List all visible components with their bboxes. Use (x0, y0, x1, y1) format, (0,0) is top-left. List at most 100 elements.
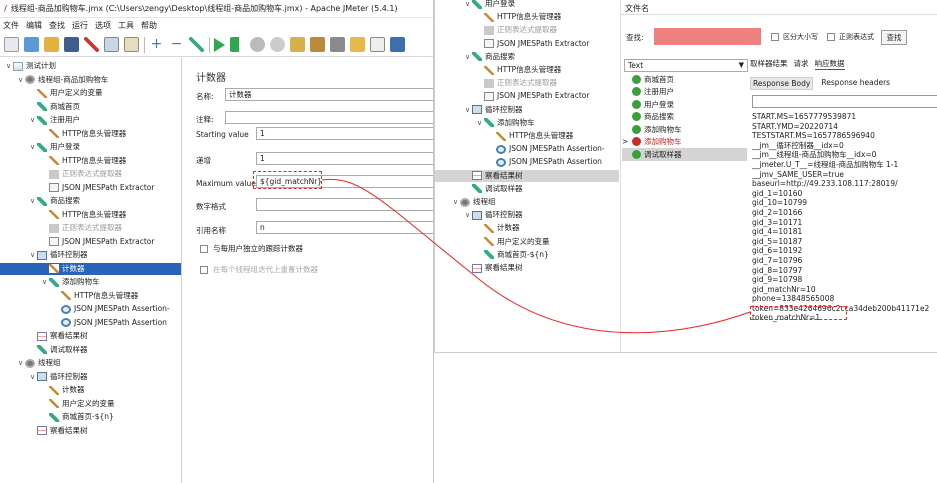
tree-item[interactable]: JSON JMESPath Assertion- (435, 143, 605, 155)
tree-item[interactable]: HTTP信息头管理器 (0, 128, 126, 140)
tree-item[interactable]: 用户定义的变量 (435, 236, 550, 248)
tree-item[interactable]: ∨ 注册用户 (0, 114, 80, 126)
tree-item[interactable]: 计数器 (0, 384, 85, 396)
open-icon[interactable] (44, 37, 59, 52)
chevron-down-icon[interactable]: ∨ (16, 74, 25, 86)
chevron-down-icon[interactable]: ∨ (40, 276, 49, 288)
result-item[interactable]: 商品搜索 (622, 111, 747, 124)
reference-name-field[interactable]: n (256, 221, 433, 234)
find-button[interactable]: 查找 (881, 30, 907, 45)
chevron-down-icon[interactable]: ∨ (28, 249, 37, 261)
result-item[interactable]: 调试取样器 (622, 148, 747, 161)
tree-item[interactable]: HTTP信息头管理器 (435, 11, 561, 23)
tree-item[interactable]: 正则表达式提取器 (0, 222, 122, 234)
tab-response-headers[interactable]: Response headers (819, 77, 892, 90)
case-sensitive-checkbox[interactable]: 区分大小写 (771, 32, 818, 42)
tree-item[interactable]: JSON JMESPath Extractor (0, 236, 154, 248)
help-icon[interactable] (390, 37, 405, 52)
tree-item[interactable]: ∨ 循环控制器 (435, 209, 523, 221)
checkbox-box[interactable] (200, 265, 208, 274)
comment-field[interactable] (225, 111, 433, 124)
regex-checkbox[interactable]: 正则表达式 (827, 32, 874, 42)
tree-item[interactable]: 用户定义的变量 (0, 398, 115, 410)
tree-item[interactable]: JSON JMESPath Assertion- (0, 303, 170, 315)
renderer-select[interactable]: Text ▼ (624, 59, 748, 72)
tree-item[interactable]: 察看结果树 (0, 425, 88, 437)
tree-item[interactable]: ∨ 添加购物车 (435, 117, 535, 129)
menu-options[interactable]: 选项 (95, 20, 111, 31)
tree-item[interactable]: ∨ 线程组 (0, 357, 61, 369)
stop-icon[interactable] (250, 37, 265, 52)
expand-icon[interactable]: + (149, 37, 164, 52)
function-helper-icon[interactable] (370, 37, 385, 52)
tree-item[interactable]: 察看结果树 (435, 169, 619, 182)
templates-icon[interactable] (24, 37, 39, 52)
chevron-down-icon[interactable]: ∨ (28, 195, 37, 207)
checkbox-box[interactable] (827, 33, 835, 41)
chevron-down-icon[interactable]: ∨ (28, 141, 37, 153)
tree-item[interactable]: ∨ 循环控制器 (435, 104, 523, 116)
tab-request[interactable]: 请求 (794, 58, 809, 70)
tree-item[interactable]: 计数器 (435, 222, 520, 234)
result-item[interactable]: 添加购物车 (622, 123, 747, 136)
menu-file[interactable]: 文件 (3, 20, 19, 31)
tree-item[interactable]: 计数器 (0, 262, 181, 275)
tree-item[interactable]: HTTP信息头管理器 (0, 290, 138, 302)
tab-sampler-result[interactable]: 取样器结果 (750, 58, 788, 70)
tree-item[interactable]: JSON JMESPath Extractor (435, 38, 589, 50)
save-icon[interactable] (64, 37, 79, 52)
tree-item[interactable]: ∨ 测试计划 (0, 60, 56, 72)
chevron-down-icon[interactable]: ∨ (16, 357, 25, 369)
tree-item[interactable]: JSON JMESPath Extractor (435, 90, 589, 102)
starting-value-field[interactable]: 1 (256, 127, 433, 140)
chevron-down-icon[interactable]: ∨ (463, 104, 472, 116)
tree-item[interactable]: ∨ 商品搜索 (0, 195, 80, 207)
chevron-down-icon[interactable]: ∨ (451, 196, 460, 208)
tree-item[interactable]: 正则表达式提取器 (0, 168, 122, 180)
tab-response-data[interactable]: 响应数据 (814, 58, 845, 70)
tree-item[interactable]: ∨ 商品搜索 (435, 51, 515, 63)
tree-item[interactable]: 察看结果树 (435, 262, 523, 274)
result-item[interactable]: > 添加购物车 (622, 136, 747, 149)
toggle-icon[interactable] (189, 37, 204, 52)
chevron-down-icon[interactable]: ∨ (28, 114, 37, 126)
tab-response-body[interactable]: Response Body (750, 77, 814, 90)
cut-icon[interactable] (84, 37, 99, 52)
expand-icon[interactable]: > (622, 137, 632, 146)
find-input[interactable] (654, 28, 761, 45)
reset-per-iteration-checkbox[interactable]: 在每个线程组迭代上重置计数器 (200, 264, 318, 275)
menu-search[interactable]: 查找 (49, 20, 65, 31)
tree-item[interactable]: 商城首页-${n} (0, 411, 114, 423)
start-icon[interactable] (214, 37, 225, 52)
result-item[interactable]: 用户登录 (622, 98, 747, 111)
checkbox-box[interactable] (200, 244, 208, 253)
result-item[interactable]: 商城首页 (622, 73, 747, 86)
tree-item[interactable]: 调试取样器 (435, 183, 523, 195)
increment-field[interactable]: 1 (256, 152, 433, 165)
tree-item[interactable]: HTTP信息头管理器 (0, 155, 126, 167)
menu-tools[interactable]: 工具 (118, 20, 134, 31)
tree-item[interactable]: HTTP信息头管理器 (435, 64, 561, 76)
tree-item[interactable]: ∨ 用户登录 (0, 141, 80, 153)
clear-icon[interactable] (290, 37, 305, 52)
chevron-down-icon[interactable]: ∨ (463, 0, 472, 10)
shutdown-icon[interactable] (270, 37, 285, 52)
per-user-counter-checkbox[interactable]: 与每用户独立的跟踪计数器 (200, 243, 303, 254)
menu-edit[interactable]: 编辑 (26, 20, 42, 31)
tree-item[interactable]: 察看结果树 (0, 330, 88, 342)
tree-item[interactable]: ∨ 用户登录 (435, 0, 515, 10)
tree-item[interactable]: ∨ 线程组 (435, 196, 496, 208)
copy-icon[interactable] (104, 37, 119, 52)
tree-item[interactable]: HTTP信息头管理器 (0, 209, 126, 221)
tree-item[interactable]: 用户定义的变量 (0, 87, 103, 99)
paste-icon[interactable] (124, 37, 139, 52)
tree-item[interactable]: ∨ 循环控制器 (0, 371, 88, 383)
tree-item[interactable]: HTTP信息头管理器 (435, 130, 573, 142)
chevron-down-icon[interactable]: ∨ (463, 51, 472, 63)
search-icon[interactable] (330, 37, 345, 52)
clear-all-icon[interactable] (310, 37, 325, 52)
tree-item[interactable]: JSON JMESPath Assertion (0, 317, 167, 329)
tree-item[interactable]: 商城首页 (0, 101, 80, 113)
start-no-pause-icon[interactable] (230, 37, 245, 52)
tree-item[interactable]: ∨ 线程组-商品加购物车 (0, 74, 108, 86)
